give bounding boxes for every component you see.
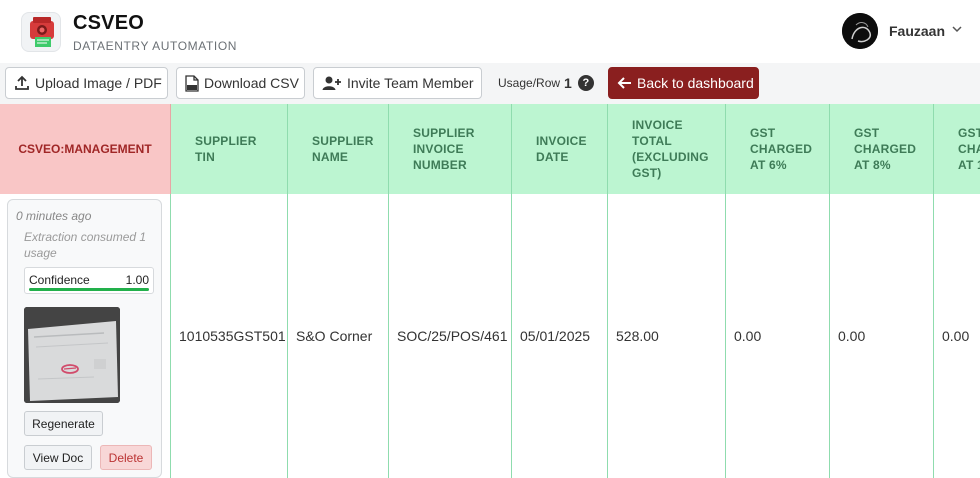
management-column-header: CSVEO:MANAGEMENT <box>0 104 171 194</box>
back-button-label: Back to dashboard <box>637 75 754 91</box>
confidence-label: Confidence <box>29 273 90 287</box>
toolbar: Upload Image / PDF Download CSV Invite T… <box>0 63 980 104</box>
download-button-label: Download CSV <box>204 75 299 91</box>
column-header-supplier-name: SUPPLIER NAME <box>288 104 389 194</box>
column-header-gst-partial: GST CHA AT 1 <box>934 104 980 194</box>
cell-invoice-date[interactable]: 05/01/2025 <box>512 194 608 478</box>
column-header-gst-6: GST CHARGED AT 6% <box>726 104 830 194</box>
document-thumbnail[interactable] <box>24 307 120 403</box>
cell-invoice-total[interactable]: 528.00 <box>608 194 726 478</box>
app-logo <box>21 12 61 52</box>
usage-note: Extraction consumed 1 usage <box>24 230 147 260</box>
upload-button-label: Upload Image / PDF <box>35 75 162 91</box>
column-header-supplier-tin: SUPPLIER TIN <box>171 104 288 194</box>
app-title: CSVEO <box>73 12 145 34</box>
column-header-gst-8: GST CHARGED AT 8% <box>830 104 934 194</box>
usage-value: 1 <box>564 75 572 91</box>
upload-button[interactable]: Upload Image / PDF <box>5 67 168 99</box>
confidence-value: 1.00 <box>125 273 149 287</box>
avatar[interactable] <box>842 13 878 49</box>
view-doc-button[interactable]: View Doc <box>24 445 92 470</box>
column-header-invoice-date: INVOICE DATE <box>512 104 608 194</box>
column-header-invoice-total: INVOICE TOTAL (EXCLUDING GST) <box>608 104 726 194</box>
back-to-dashboard-button[interactable]: Back to dashboard <box>608 67 759 99</box>
chevron-down-icon[interactable] <box>951 22 963 40</box>
invite-team-member-button[interactable]: Invite Team Member <box>313 67 482 99</box>
delete-button[interactable]: Delete <box>100 445 152 470</box>
app-subtitle: DATAENTRY AUTOMATION <box>73 39 238 53</box>
confidence-bar <box>29 288 149 291</box>
data-table: CSVEO:MANAGEMENT SUPPLIER TIN SUPPLIER N… <box>0 104 980 478</box>
arrow-left-icon <box>617 76 632 90</box>
app-header: CSVEO DATAENTRY AUTOMATION Fauzaan <box>0 0 980 63</box>
user-name: Fauzaan <box>889 23 946 39</box>
cell-gst-8[interactable]: 0.00 <box>830 194 934 478</box>
cell-gst-6[interactable]: 0.00 <box>726 194 830 478</box>
cell-supplier-name[interactable]: S&O Corner <box>288 194 389 478</box>
user-menu[interactable]: Fauzaan <box>842 13 963 49</box>
invite-button-label: Invite Team Member <box>347 75 474 91</box>
cell-supplier-invoice-number[interactable]: SOC/25/POS/461 <box>389 194 512 478</box>
usage-label: Usage/Row <box>498 76 561 90</box>
usage-per-row: Usage/Row 1 ? <box>498 75 594 91</box>
upload-icon <box>14 75 30 91</box>
cell-gst-partial[interactable]: 0.00 <box>934 194 980 478</box>
help-icon[interactable]: ? <box>577 75 594 91</box>
confidence-box: Confidence 1.00 <box>24 267 154 294</box>
csv-file-icon <box>185 74 199 92</box>
column-header-supplier-invoice-number: SUPPLIER INVOICE NUMBER <box>389 104 512 194</box>
confidence-bar-fill <box>29 288 149 291</box>
row-card: 0 minutes ago Extraction consumed 1 usag… <box>7 199 162 478</box>
cell-supplier-tin[interactable]: 1010535GST501 <box>171 194 288 478</box>
row-timestamp: 0 minutes ago <box>16 209 92 223</box>
add-user-icon <box>322 75 342 91</box>
download-csv-button[interactable]: Download CSV <box>176 67 305 99</box>
regenerate-button[interactable]: Regenerate <box>24 411 103 436</box>
